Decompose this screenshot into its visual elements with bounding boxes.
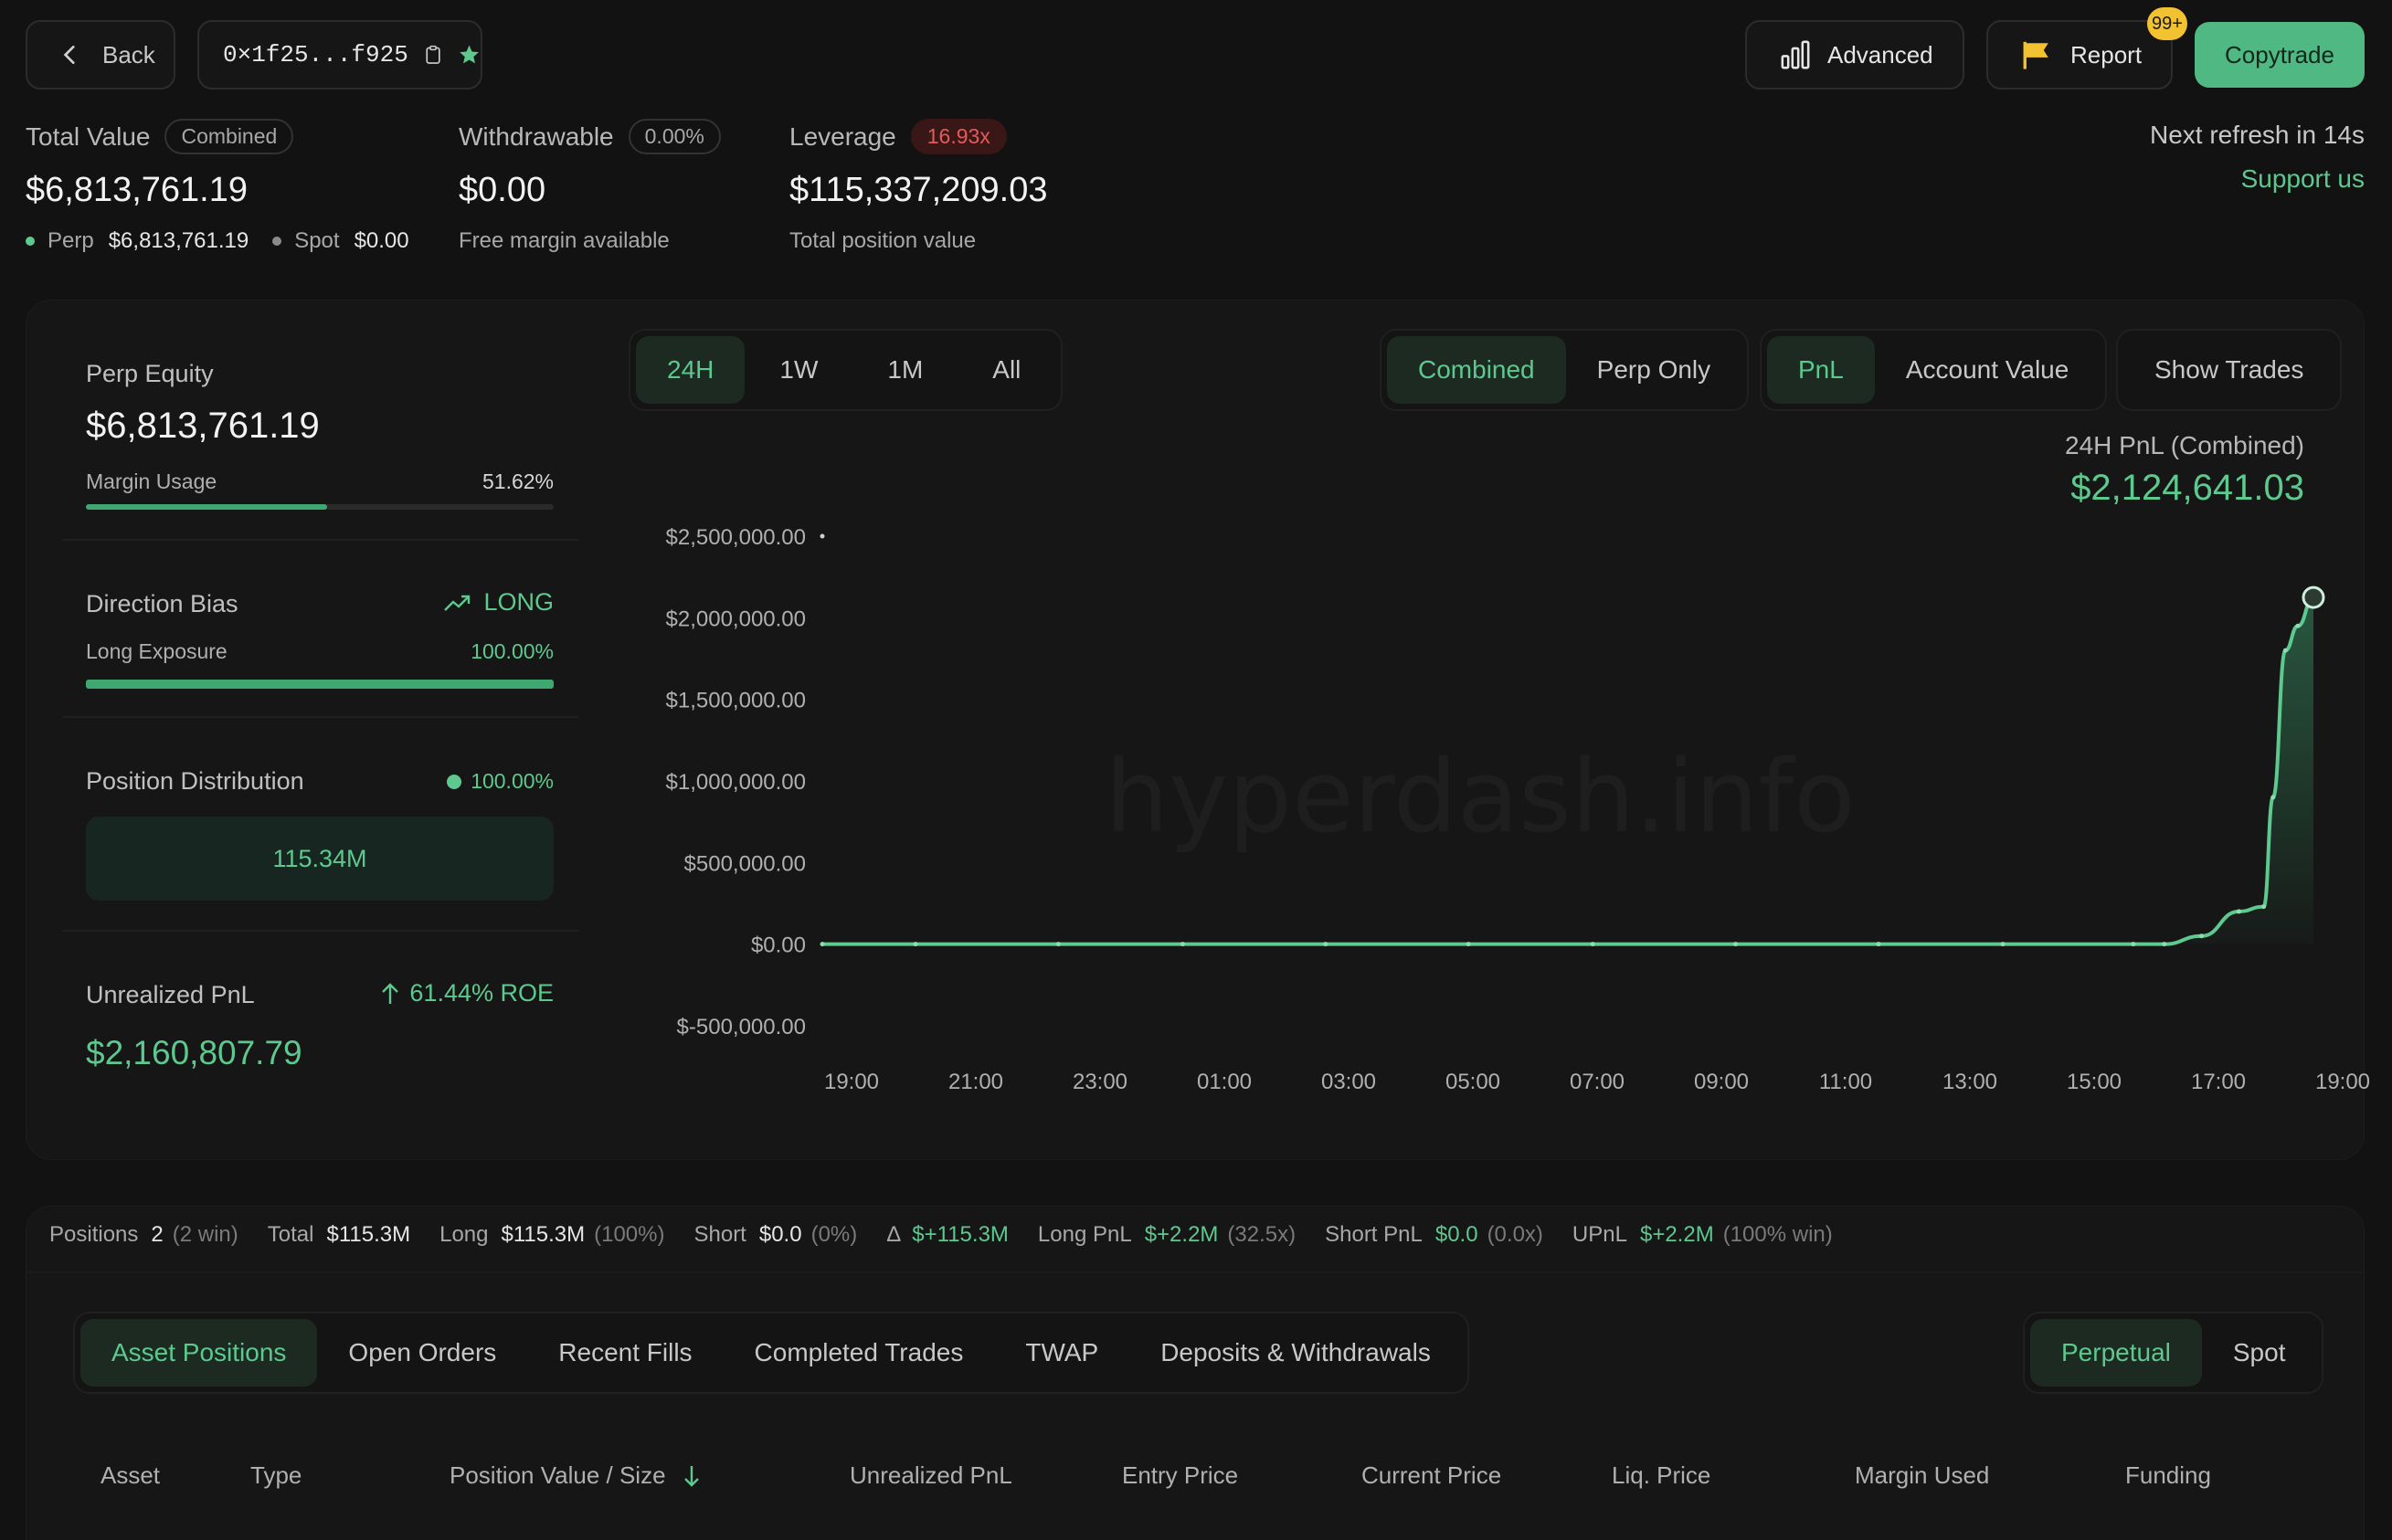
short-pnl-label: Short PnL bbox=[1325, 1222, 1423, 1247]
x-tick-label: 13:00 bbox=[1942, 1070, 1997, 1094]
x-tick-label: 11:00 bbox=[1819, 1070, 1872, 1094]
column-liq-price[interactable]: Liq. Price bbox=[1612, 1461, 1710, 1490]
data-point bbox=[2236, 909, 2241, 914]
long-pnl-value: $+2.2M bbox=[1144, 1222, 1219, 1247]
y-tick-label: $0.00 bbox=[751, 933, 806, 958]
x-tick-label: 01:00 bbox=[1197, 1070, 1252, 1094]
positions-value: 2 bbox=[151, 1222, 164, 1247]
delta-value: $+115.3M bbox=[912, 1222, 1009, 1247]
column-margin-used[interactable]: Margin Used bbox=[1855, 1461, 1989, 1490]
data-point bbox=[2131, 942, 2136, 947]
data-point bbox=[1180, 942, 1185, 947]
total-label: Total bbox=[267, 1222, 314, 1247]
x-tick-label: 23:00 bbox=[1073, 1070, 1127, 1094]
column-type[interactable]: Type bbox=[250, 1461, 302, 1490]
arrow-down-icon bbox=[683, 1465, 699, 1487]
data-point bbox=[820, 942, 825, 947]
data-point bbox=[1590, 942, 1595, 947]
short-label: Short bbox=[693, 1222, 746, 1247]
data-point bbox=[2199, 933, 2205, 939]
total-value: $115.3M bbox=[326, 1222, 411, 1247]
upnl-note: (100% win) bbox=[1722, 1222, 1833, 1247]
column-funding[interactable]: Funding bbox=[2125, 1461, 2211, 1490]
long-label: Long bbox=[439, 1222, 489, 1247]
data-point bbox=[1466, 942, 1471, 947]
column-unrealized-pnl[interactable]: Unrealized PnL bbox=[850, 1461, 1012, 1490]
tab-recent-fills[interactable]: Recent Fills bbox=[527, 1319, 723, 1387]
y-tick-label: $500,000.00 bbox=[684, 851, 806, 876]
market-tabs: Perpetual Spot bbox=[2023, 1312, 2324, 1394]
upnl-label: UPnL bbox=[1572, 1222, 1627, 1247]
x-tick-label: 09:00 bbox=[1694, 1070, 1749, 1094]
data-point bbox=[2261, 904, 2267, 910]
tab-asset-positions[interactable]: Asset Positions bbox=[80, 1319, 318, 1387]
pnl-chart: hyperdash.info $2,500,000.00 $2,000,000.0… bbox=[666, 525, 2371, 1094]
data-point bbox=[2295, 623, 2301, 628]
x-tick-label: 15:00 bbox=[2067, 1070, 2122, 1094]
y-tick-label: $2,000,000.00 bbox=[666, 607, 806, 631]
upnl-value: $+2.2M bbox=[1639, 1222, 1714, 1247]
x-tick-label: 05:00 bbox=[1445, 1070, 1500, 1094]
x-tick-label: 03:00 bbox=[1321, 1070, 1376, 1094]
data-point bbox=[2282, 648, 2288, 653]
data-point bbox=[2162, 942, 2167, 947]
x-tick-label: 19:00 bbox=[824, 1070, 879, 1094]
column-current-price[interactable]: Current Price bbox=[1361, 1461, 1501, 1490]
column-asset[interactable]: Asset bbox=[101, 1461, 160, 1490]
long-pnl-note: (32.5x) bbox=[1227, 1222, 1297, 1247]
long-value: $115.3M bbox=[501, 1222, 586, 1247]
current-point-marker bbox=[2302, 585, 2325, 609]
tab-deposits-withdrawals[interactable]: Deposits & Withdrawals bbox=[1129, 1319, 1462, 1387]
data-point bbox=[1055, 942, 1061, 947]
x-tick-label: 19:00 bbox=[2315, 1070, 2370, 1094]
y-tick-label: $-500,000.00 bbox=[677, 1015, 806, 1039]
long-pnl-label: Long PnL bbox=[1037, 1222, 1132, 1247]
tab-open-orders[interactable]: Open Orders bbox=[317, 1319, 527, 1387]
data-point bbox=[1876, 942, 1881, 947]
tab-spot[interactable]: Spot bbox=[2202, 1319, 2317, 1387]
short-note: (0%) bbox=[810, 1222, 858, 1247]
tab-twap[interactable]: TWAP bbox=[994, 1319, 1129, 1387]
axis-dot bbox=[820, 533, 825, 539]
y-tick-label: $1,500,000.00 bbox=[666, 689, 806, 713]
positions-tabs: Asset Positions Open Orders Recent Fills… bbox=[73, 1312, 1469, 1394]
x-tick-label: 21:00 bbox=[948, 1070, 1003, 1094]
column-entry-price[interactable]: Entry Price bbox=[1122, 1461, 1238, 1490]
summary-divider bbox=[26, 1271, 2365, 1273]
data-point bbox=[1323, 942, 1328, 947]
watermark: hyperdash.info bbox=[1105, 738, 1855, 855]
short-pnl-value: $0.0 bbox=[1434, 1222, 1478, 1247]
y-tick-label: $1,000,000.00 bbox=[666, 770, 806, 795]
positions-summary: Positions 2 (2 win) Total $115.3M Long $… bbox=[49, 1222, 1833, 1248]
long-note: (100%) bbox=[594, 1222, 665, 1247]
data-point bbox=[1733, 942, 1739, 947]
column-position-value[interactable]: Position Value / Size bbox=[450, 1461, 701, 1490]
data-point bbox=[2000, 942, 2006, 947]
x-tick-label: 17:00 bbox=[2191, 1070, 2246, 1094]
short-value: $0.0 bbox=[758, 1222, 802, 1247]
y-tick-label: $2,500,000.00 bbox=[666, 525, 806, 550]
data-point bbox=[913, 942, 918, 947]
positions-label: Positions bbox=[49, 1222, 139, 1247]
tab-completed-trades[interactable]: Completed Trades bbox=[724, 1319, 995, 1387]
column-position-value-label: Position Value / Size bbox=[450, 1461, 666, 1489]
data-point bbox=[2270, 795, 2276, 800]
positions-note: (2 win) bbox=[172, 1222, 238, 1247]
x-tick-label: 07:00 bbox=[1570, 1070, 1625, 1094]
tab-perpetual[interactable]: Perpetual bbox=[2030, 1319, 2202, 1387]
delta-label: Δ bbox=[886, 1222, 902, 1247]
short-pnl-note: (0.0x) bbox=[1487, 1222, 1543, 1247]
